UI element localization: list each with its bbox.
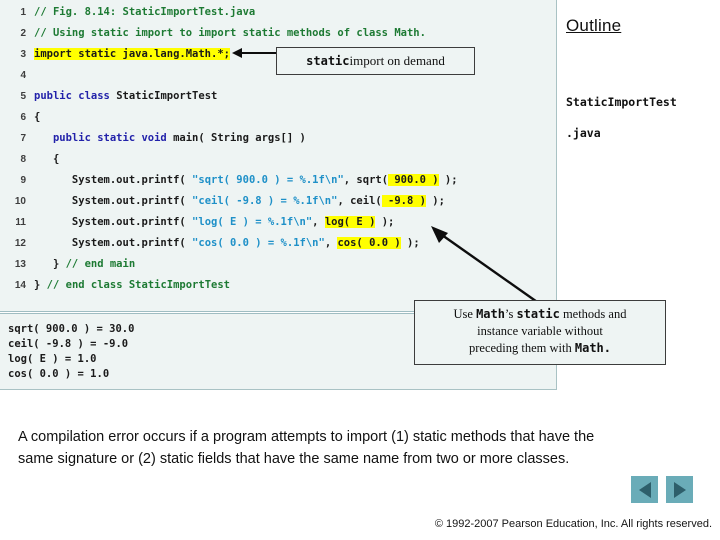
copyright-notice: © 1992-2007 Pearson Education, Inc. All … (434, 518, 712, 530)
callout-use-math-line-1: Use Math’s static methods and (421, 306, 659, 323)
code-token: , (337, 195, 351, 207)
code-token-highlighted: cos( 0.0 ) (337, 237, 401, 249)
code-line-number: 11 (15, 217, 26, 228)
code-token: { (34, 153, 60, 165)
code-line-number: 4 (20, 70, 26, 81)
code-line-number: 3 (20, 49, 26, 60)
code-line: 10 System.out.printf( "ceil( -9.8 ) = %.… (0, 191, 557, 212)
code-token: public static void (34, 132, 174, 144)
callout-use-math-line-3: preceding them with Math. (421, 340, 659, 357)
code-line-text: System.out.printf( "log( E ) = %.1f\n", … (34, 212, 394, 233)
callout-use-math-line1-pre: Use (453, 307, 477, 321)
triangle-right-icon (673, 481, 686, 498)
outline-title: Outline (566, 16, 622, 35)
code-token: // end main (65, 258, 136, 270)
code-token: // Fig. 8.14: StaticImportTest.java (34, 6, 256, 18)
callout-use-math-static-methods: Use Math’s static methods and instance v… (414, 300, 666, 365)
code-token: , (324, 237, 338, 249)
code-line-number: 10 (14, 196, 26, 207)
code-token: sqrt( (356, 174, 389, 186)
code-line-text: { (34, 149, 59, 170)
callout-static-keyword: static (306, 54, 350, 68)
code-line-number: 14 (14, 280, 26, 291)
code-token: } (34, 258, 66, 270)
code-line: 5 public class StaticImportTest (0, 86, 557, 107)
console-output-line: cos( 0.0 ) = 1.0 (8, 368, 110, 380)
callout-static-import-on-demand: static import on demand (276, 47, 475, 75)
outline-filename: StaticImportTest .java (566, 87, 716, 149)
code-token: public class (34, 90, 117, 102)
code-line-number: 1 (20, 7, 26, 18)
code-line-number: 7 (20, 133, 26, 144)
code-token: { (34, 111, 41, 123)
callout-use-math-line1-mid: ’s (504, 307, 517, 321)
code-token: , (312, 216, 325, 228)
code-token: ); (425, 195, 445, 207)
code-line-number: 8 (20, 154, 26, 165)
code-line-text: } // end main (34, 254, 135, 275)
code-line: 8 { (0, 149, 557, 170)
outline-filename-line-1: StaticImportTest (566, 95, 677, 109)
code-line: 6{ (0, 107, 557, 128)
code-line-text: // Fig. 8.14: StaticImportTest.java (34, 2, 255, 23)
code-token-highlighted: 900.0 ) (388, 174, 439, 186)
previous-slide-button[interactable] (631, 476, 658, 503)
outline-filename-line-2: .java (566, 126, 601, 140)
code-token: ); (375, 216, 395, 228)
code-line-number: 9 (20, 175, 26, 186)
code-line: 7 public static void main( String args[]… (0, 128, 557, 149)
code-line: 9 System.out.printf( "sqrt( 900.0 ) = %.… (0, 170, 557, 191)
code-token: System.out.printf( (34, 216, 193, 228)
code-token: StaticImportTest (116, 90, 218, 102)
code-token: // Using static import to import static … (34, 27, 426, 39)
code-token: "cos( 0.0 ) = %.1f\n" (192, 237, 325, 249)
code-line-number: 6 (20, 112, 26, 123)
code-line-number: 2 (20, 28, 26, 39)
code-token: System.out.printf( (34, 195, 193, 207)
callout-use-math-line3-pre: preceding them with (469, 341, 575, 355)
arrow-to-math-static-methods (431, 226, 541, 305)
code-line: 1 // Fig. 8.14: StaticImportTest.java (0, 2, 557, 23)
code-line-text: { (34, 107, 40, 128)
callout-use-math-line1-post: methods and (559, 307, 627, 321)
code-token-highlighted: -9.8 ) (381, 195, 426, 207)
callout-use-math-line-2: instance variable without (477, 324, 603, 338)
callout-use-math-mono-math: Math (476, 307, 505, 321)
code-token: ); (400, 237, 420, 249)
code-token: ceil( (350, 195, 382, 207)
navigation-buttons (631, 476, 693, 503)
code-line: 2 // Using static import to import static… (0, 23, 557, 44)
callout-static-import-text: import on demand (349, 53, 445, 68)
next-slide-button[interactable] (666, 476, 693, 503)
arrow-to-static-import-line (232, 48, 280, 58)
callout-use-math-mono-math-dot: Math. (574, 341, 611, 355)
code-token: "ceil( -9.8 ) = %.1f\n" (192, 195, 338, 207)
code-token: System.out.printf( (34, 237, 193, 249)
code-token: ); (438, 174, 458, 186)
code-line-text: } // end class StaticImportTest (34, 275, 230, 296)
code-token: // end class StaticImportTest (46, 279, 230, 291)
code-line-number: 12 (14, 238, 26, 249)
code-line-text: public class StaticImportTest (34, 86, 217, 107)
code-line-text: System.out.printf( "ceil( -9.8 ) = %.1f\… (34, 191, 445, 212)
code-line-text: System.out.printf( "cos( 0.0 ) = %.1f\n"… (34, 233, 420, 254)
code-token: main( String args[] ) (173, 132, 306, 144)
code-token: , (343, 174, 357, 186)
code-line-number: 13 (14, 259, 26, 270)
code-line-text: public static void main( String args[] ) (34, 128, 306, 149)
code-token-highlighted: import static java.lang.Math.*; (34, 48, 230, 60)
code-token: "sqrt( 900.0 ) = %.1f\n" (192, 174, 344, 186)
code-line-text: // Using static import to import static … (34, 23, 426, 44)
callout-use-math-mono-static: static (516, 307, 560, 321)
code-line-number: 5 (20, 91, 26, 102)
code-token: System.out.printf( (34, 174, 193, 186)
code-line-text: import static java.lang.Math.*; (34, 44, 230, 65)
code-line-text: System.out.printf( "sqrt( 900.0 ) = %.1f… (34, 170, 458, 191)
code-token-highlighted: log( E ) (324, 216, 376, 228)
code-token: "log( E ) = %.1f\n" (192, 216, 313, 228)
code-token: } (34, 279, 47, 291)
triangle-left-icon (638, 481, 651, 498)
bottom-note-text: A compilation error occurs if a program … (18, 429, 595, 467)
